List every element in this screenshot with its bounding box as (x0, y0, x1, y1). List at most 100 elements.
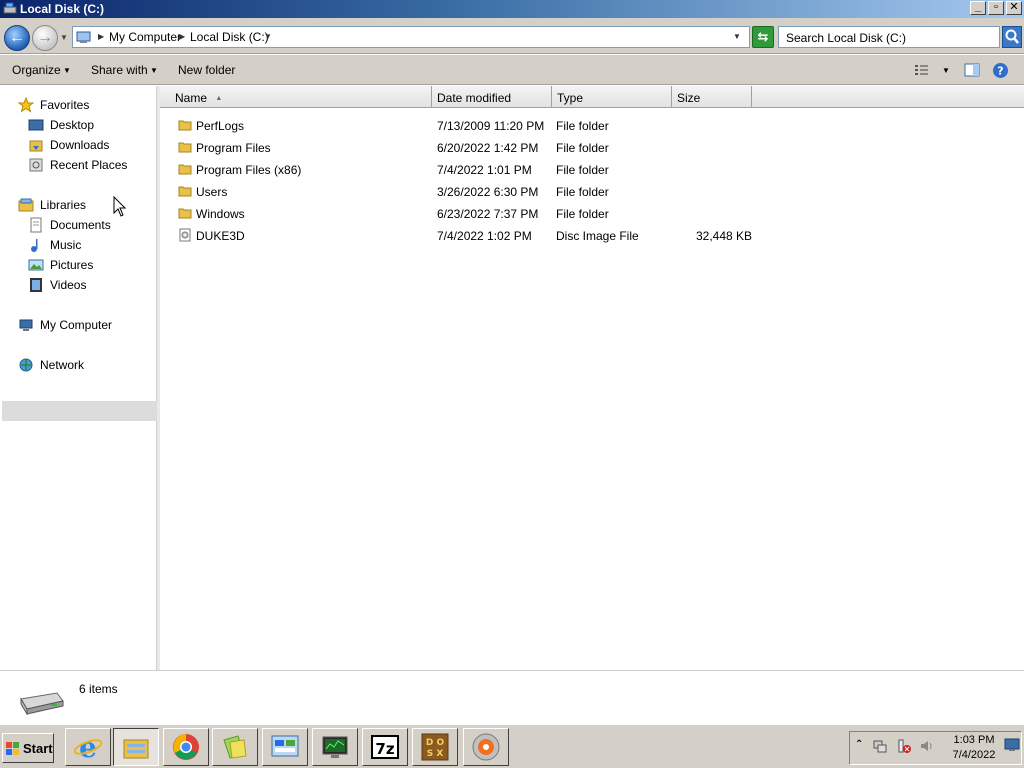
chevron-right-icon[interactable]: ▶ (98, 32, 104, 41)
network-status-icon[interactable] (873, 739, 887, 753)
control-panel-button[interactable] (262, 728, 308, 766)
internet-explorer-button[interactable]: e (65, 728, 111, 766)
action-center-icon[interactable] (897, 739, 911, 753)
music-icon (31, 239, 38, 252)
network-icon (19, 358, 33, 372)
nav-music[interactable]: Music (31, 238, 82, 252)
nav-desktop[interactable]: Desktop (28, 118, 94, 132)
nav-videos[interactable]: Videos (30, 278, 87, 292)
help-icon[interactable]: ? (992, 62, 1009, 79)
address-bar-area: ← → ▼ ▶ My Computer ▶ Local Disk (C:) ▼ … (0, 18, 1024, 54)
column-header-date[interactable]: Date modified (432, 86, 552, 108)
table-row[interactable]: DUKE3D 7/4/2022 1:02 PM Disc Image File … (160, 225, 1024, 247)
breadcrumb-my-computer[interactable]: My Computer (109, 30, 181, 44)
videos-icon (30, 278, 42, 292)
file-name: Windows (196, 207, 245, 221)
svg-text:?: ? (997, 65, 1003, 78)
show-desktop-icon[interactable] (1004, 737, 1020, 753)
nav-network[interactable]: Network (19, 358, 84, 372)
recent-pages-dropdown[interactable]: ▼ (60, 33, 68, 42)
table-row[interactable]: Windows 6/23/2022 7:37 PM File folder (160, 203, 1024, 225)
computer-icon (19, 319, 33, 331)
taskbar: Start e 7z D O S X ⌃ 1:03 PM 7/4/2022 (0, 724, 1024, 768)
chevron-down-icon: ▼ (63, 66, 71, 75)
7zip-button[interactable]: 7z (362, 728, 408, 766)
file-name: DUKE3D (196, 229, 245, 243)
chevron-right-icon[interactable]: ▶ (179, 32, 185, 41)
chrome-icon (173, 734, 199, 760)
table-row[interactable]: Program Files 6/20/2022 1:42 PM File fol… (160, 137, 1024, 159)
windows-explorer-button[interactable] (113, 728, 159, 766)
column-header-size[interactable]: Size (672, 86, 752, 108)
hard-drive-icon (20, 692, 64, 715)
nav-favorites[interactable]: Favorites (18, 97, 90, 113)
change-view-icon[interactable] (914, 63, 930, 77)
minimize-button[interactable]: _ (970, 1, 986, 15)
downloads-icon (29, 140, 43, 152)
table-row[interactable]: Program Files (x86) 7/4/2022 1:01 PM Fil… (160, 159, 1024, 181)
organize-button[interactable]: Organize (12, 63, 61, 77)
table-row[interactable]: PerfLogs 7/13/2009 11:20 PM File folder (160, 115, 1024, 137)
clock[interactable]: 1:03 PM 7/4/2022 (952, 733, 996, 763)
start-button[interactable]: Start (2, 733, 54, 763)
nav-libraries[interactable]: Libraries (18, 198, 86, 212)
file-date: 3/26/2022 6:30 PM (437, 185, 539, 199)
mouse-cursor-icon (113, 196, 127, 217)
chevron-down-icon[interactable]: ▼ (264, 32, 272, 41)
nav-music-label: Music (50, 238, 82, 252)
forward-button[interactable]: → (32, 25, 58, 51)
folder-icon (178, 208, 192, 219)
dosbox-button[interactable]: D O S X (412, 728, 458, 766)
sticky-folders-button[interactable] (212, 728, 258, 766)
nav-videos-label: Videos (50, 278, 87, 292)
close-button[interactable]: ✕ (1006, 1, 1022, 15)
column-header-type[interactable]: Type (552, 86, 672, 108)
volume-icon[interactable] (920, 739, 934, 753)
nav-pictures[interactable]: Pictures (28, 258, 94, 272)
breadcrumb-local-disk[interactable]: Local Disk (C:) (190, 30, 269, 44)
title-bar: Local Disk (C:) _ ▫ ✕ (0, 0, 1024, 18)
nav-favorites-label: Favorites (40, 98, 90, 112)
refresh-button[interactable]: ⇆ (752, 26, 774, 48)
back-button[interactable]: ← (4, 25, 30, 51)
folder-icon (178, 186, 192, 197)
search-button[interactable] (1002, 26, 1022, 48)
item-count: 6 items (79, 682, 118, 696)
table-row[interactable]: Users 3/26/2022 6:30 PM File folder (160, 181, 1024, 203)
svg-text:e: e (79, 732, 97, 762)
file-size: 32,448 KB (696, 229, 753, 243)
clock-date: 7/4/2022 (952, 749, 996, 761)
nav-my-computer-label: My Computer (40, 318, 113, 332)
file-date: 7/4/2022 1:01 PM (437, 163, 532, 177)
folder-icon (178, 142, 192, 153)
view-options-dropdown[interactable]: ▼ (942, 66, 950, 75)
disc-image-icon (179, 228, 191, 242)
nav-downloads[interactable]: Downloads (29, 138, 109, 152)
file-type: Disc Image File (556, 229, 639, 243)
pictures-icon (28, 259, 44, 271)
share-with-button[interactable]: Share with (91, 63, 148, 77)
search-input[interactable]: Search Local Disk (C:) (778, 26, 1000, 48)
folder-icon (178, 120, 192, 131)
navigation-pane: Favorites Desktop Downloads Recent Place… (0, 86, 157, 670)
nav-documents-label: Documents (50, 218, 111, 232)
nav-recent-places[interactable]: Recent Places (29, 158, 127, 172)
media-player-button[interactable] (463, 728, 509, 766)
svg-text:S X: S X (427, 749, 444, 759)
new-folder-button[interactable]: New folder (178, 63, 235, 77)
nav-pictures-label: Pictures (50, 258, 94, 272)
show-hidden-icons-button[interactable]: ⌃ (855, 739, 863, 750)
nav-documents[interactable]: Documents (30, 217, 111, 233)
svg-text:D O: D O (426, 738, 445, 748)
chrome-button[interactable] (163, 728, 209, 766)
file-date: 7/13/2009 11:20 PM (437, 119, 545, 133)
monitor-button[interactable] (312, 728, 358, 766)
address-box[interactable]: ▶ My Computer ▶ Local Disk (C:) ▼ ▼ (72, 26, 750, 48)
nav-my-computer[interactable]: My Computer (19, 318, 113, 332)
column-header-name[interactable]: Name ▲ (160, 86, 432, 108)
restore-button[interactable]: ▫ (988, 1, 1004, 15)
preview-pane-icon[interactable] (964, 63, 980, 77)
svg-text:7z: 7z (375, 740, 394, 758)
file-name: Users (196, 185, 228, 199)
address-history-dropdown[interactable]: ▼ (733, 32, 741, 41)
